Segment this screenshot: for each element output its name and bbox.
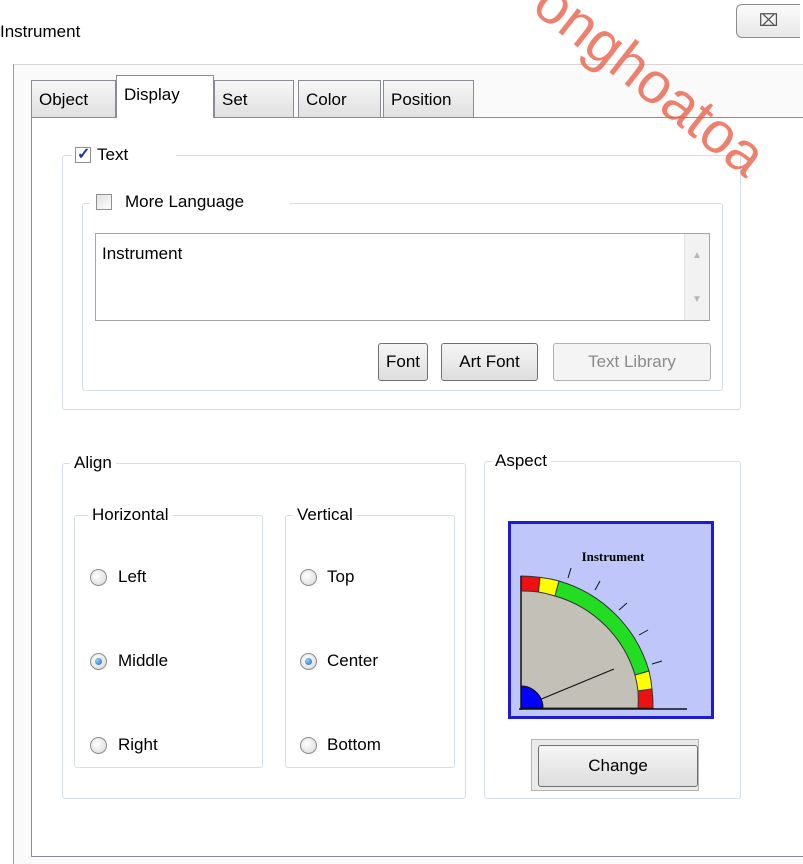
art-font-button[interactable]: Art Font xyxy=(441,343,538,381)
text-scrollbar[interactable]: ▲ ▼ xyxy=(684,234,709,320)
gauge-icon: Instrument xyxy=(519,549,687,710)
radio-right[interactable] xyxy=(90,737,107,754)
change-button[interactable]: Change xyxy=(538,745,698,787)
horizontal-legend: Horizontal xyxy=(88,505,173,525)
text-input-value: Instrument xyxy=(102,244,183,263)
radio-selected-dot xyxy=(305,658,312,665)
radio-middle-label: Middle xyxy=(118,651,169,670)
gauge-title: Instrument xyxy=(582,549,646,564)
radio-top[interactable] xyxy=(300,569,317,586)
align-legend: Align xyxy=(70,453,116,473)
check-icon: ✓ xyxy=(77,146,91,163)
radio-center[interactable] xyxy=(300,653,317,670)
aspect-legend: Aspect xyxy=(491,451,551,471)
radio-left-label: Left xyxy=(118,567,147,586)
vertical-legend: Vertical xyxy=(293,505,357,525)
gauge-red-bottom xyxy=(637,688,654,709)
radio-selected-dot xyxy=(95,658,102,665)
radio-middle[interactable] xyxy=(90,653,107,670)
gauge-yellow-bottom xyxy=(634,670,653,692)
text-library-button[interactable]: Text Library xyxy=(553,343,711,381)
text-input[interactable]: Instrument ▲ ▼ xyxy=(95,233,710,321)
tab-display[interactable]: Display xyxy=(116,75,214,118)
radio-center-label: Center xyxy=(327,651,379,670)
tab-color[interactable]: Color xyxy=(298,80,381,117)
more-language-label: More Language xyxy=(125,192,245,211)
font-button[interactable]: Font xyxy=(378,343,428,381)
tab-set-label: Set xyxy=(222,90,248,109)
text-checkbox-label: Text xyxy=(97,145,129,164)
tab-position[interactable]: Position xyxy=(383,80,474,117)
scroll-up-icon[interactable]: ▲ xyxy=(692,250,702,261)
tab-set[interactable]: Set xyxy=(214,80,294,117)
gauge-preview: Instrument xyxy=(508,521,714,719)
radio-right-label: Right xyxy=(118,735,158,754)
close-button[interactable]: ⌧ xyxy=(736,4,800,38)
radio-top-label: Top xyxy=(327,567,355,586)
tab-display-label: Display xyxy=(124,85,180,104)
tab-object-label: Object xyxy=(39,90,89,109)
window-title: Instrument xyxy=(0,22,81,41)
tab-position-label: Position xyxy=(391,90,452,109)
radio-bottom-label: Bottom xyxy=(327,735,381,754)
tab-color-label: Color xyxy=(306,90,347,109)
gauge-red-top xyxy=(520,575,541,593)
vertical-group xyxy=(285,515,455,768)
tab-object[interactable]: Object xyxy=(31,80,116,117)
horizontal-group xyxy=(74,515,263,768)
radio-left[interactable] xyxy=(90,569,107,586)
more-language-checkbox[interactable] xyxy=(96,194,112,210)
scroll-down-icon[interactable]: ▼ xyxy=(692,294,702,305)
text-checkbox[interactable]: ✓ xyxy=(75,146,91,163)
close-icon: ⌧ xyxy=(758,11,779,30)
radio-bottom[interactable] xyxy=(300,737,317,754)
